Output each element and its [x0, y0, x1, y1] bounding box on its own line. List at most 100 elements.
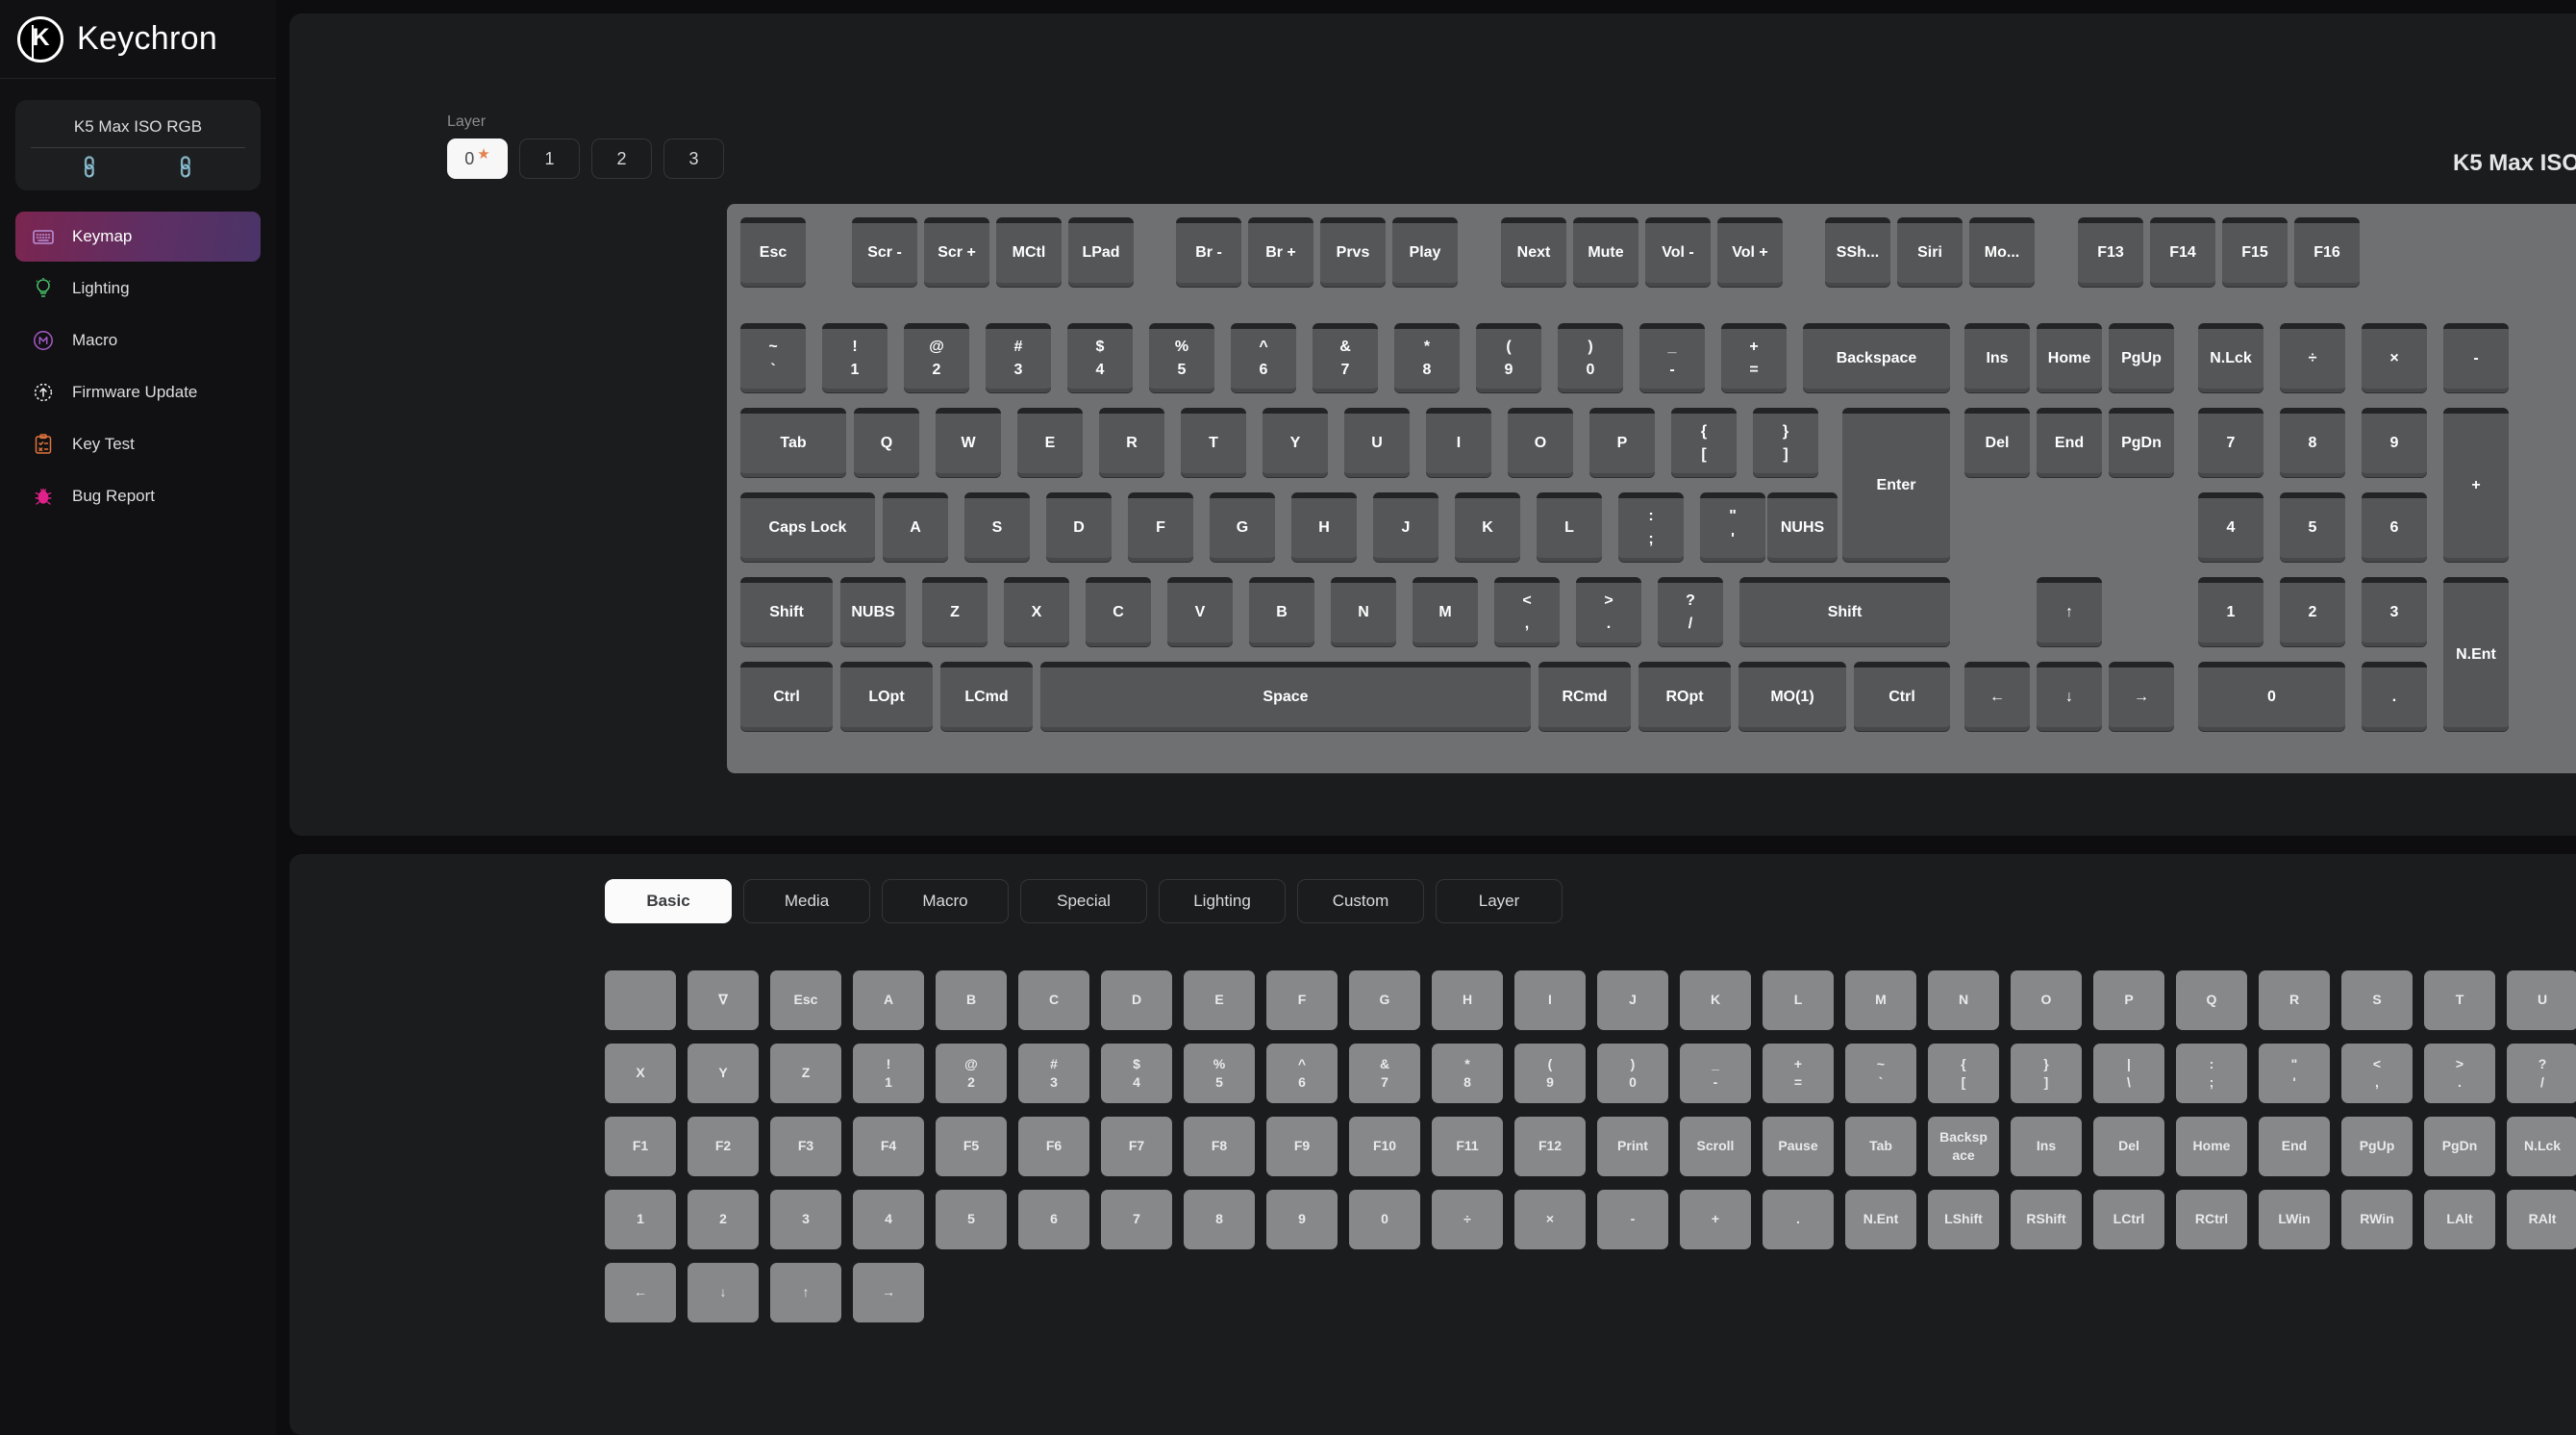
- keyboard-key-ssh[interactable]: SSh...: [1825, 217, 1890, 287]
- keyboard-key-8[interactable]: * 8: [1394, 323, 1460, 392]
- keyboard-key-lpad[interactable]: LPad: [1068, 217, 1134, 287]
- palette-key-b[interactable]: B: [936, 970, 1007, 1030]
- tab-custom[interactable]: Custom: [1297, 879, 1424, 923]
- palette-key-f[interactable]: F: [1266, 970, 1338, 1030]
- palette-key-ins[interactable]: Ins: [2011, 1117, 2082, 1176]
- palette-key-f3[interactable]: F3: [770, 1117, 841, 1176]
- palette-key-blank[interactable]: }]: [2011, 1044, 2082, 1103]
- keyboard-key-nuhs[interactable]: NUHS: [1767, 492, 1838, 562]
- palette-key-tab[interactable]: Tab: [1845, 1117, 1916, 1176]
- palette-key-q[interactable]: Q: [2176, 970, 2247, 1030]
- keyboard-key-u[interactable]: U: [1344, 408, 1410, 477]
- keyboard-key-[interactable]: :;: [1618, 492, 1684, 562]
- palette-key-f4[interactable]: F4: [853, 1117, 924, 1176]
- keyboard-key-enter[interactable]: Enter: [1842, 408, 1950, 562]
- palette-key-esc[interactable]: Esc: [770, 970, 841, 1030]
- keyboard-key-6[interactable]: 6: [2362, 492, 2427, 562]
- palette-key-blank[interactable]: ÷: [1432, 1190, 1503, 1249]
- palette-key-j[interactable]: J: [1597, 970, 1668, 1030]
- keyboard-key-7[interactable]: 7: [2198, 408, 2263, 477]
- keyboard-key-5[interactable]: % 5: [1149, 323, 1214, 392]
- palette-key-0[interactable]: 0: [1349, 1190, 1420, 1249]
- keyboard-key-n-ent[interactable]: N.Ent: [2443, 577, 2509, 731]
- keyboard-key-shift[interactable]: Shift: [1739, 577, 1950, 646]
- keyboard-key-y[interactable]: Y: [1263, 408, 1328, 477]
- layer-tab-0[interactable]: 0 ★: [447, 138, 508, 179]
- device-card[interactable]: K5 Max ISO RGB 🔗 🔗: [15, 100, 261, 190]
- keyboard-key-scr[interactable]: Scr -: [852, 217, 917, 287]
- keyboard-key-j[interactable]: J: [1373, 492, 1438, 562]
- palette-key-blank[interactable]: :;: [2176, 1044, 2247, 1103]
- palette-key-7[interactable]: & 7: [1349, 1044, 1420, 1103]
- tab-media[interactable]: Media: [743, 879, 870, 923]
- palette-key-3[interactable]: 3: [770, 1190, 841, 1249]
- keyboard-key-z[interactable]: Z: [922, 577, 988, 646]
- keyboard-key-[interactable]: ? /: [1658, 577, 1723, 646]
- keyboard-key-[interactable]: ←: [1964, 662, 2030, 731]
- palette-key-f9[interactable]: F9: [1266, 1117, 1338, 1176]
- palette-key-blank[interactable]: ∇: [688, 970, 759, 1030]
- keyboard-key-prvs[interactable]: Prvs: [1320, 217, 1386, 287]
- keyboard-key-backspace[interactable]: Backspace: [1803, 323, 1950, 392]
- palette-key-9[interactable]: 9: [1266, 1190, 1338, 1249]
- palette-key-2[interactable]: @2: [936, 1044, 1007, 1103]
- palette-key-s[interactable]: S: [2341, 970, 2413, 1030]
- keyboard-key-0[interactable]: 0: [2198, 662, 2345, 731]
- palette-key-x[interactable]: X: [605, 1044, 676, 1103]
- sidebar-item-macro[interactable]: Macro: [15, 315, 261, 365]
- keyboard-key-[interactable]: →: [2109, 662, 2174, 731]
- palette-key-d[interactable]: D: [1101, 970, 1172, 1030]
- palette-key-f2[interactable]: F2: [688, 1117, 759, 1176]
- link-icon[interactable]: 🔗: [172, 153, 200, 181]
- palette-key-p[interactable]: P: [2093, 970, 2164, 1030]
- palette-key-m[interactable]: M: [1845, 970, 1916, 1030]
- keyboard-key-[interactable]: +: [2443, 408, 2509, 562]
- palette-key-blank[interactable]: →: [853, 1263, 924, 1322]
- palette-key-home[interactable]: Home: [2176, 1117, 2247, 1176]
- palette-key-1[interactable]: ! 1: [853, 1044, 924, 1103]
- palette-key-rshift[interactable]: RShift: [2011, 1190, 2082, 1249]
- keyboard-key-9[interactable]: 9: [2362, 408, 2427, 477]
- keyboard-key-nubs[interactable]: NUBS: [840, 577, 906, 646]
- keyboard-key-f15[interactable]: F15: [2222, 217, 2288, 287]
- keyboard-key-[interactable]: ×: [2362, 323, 2427, 392]
- keyboard-key-f16[interactable]: F16: [2294, 217, 2360, 287]
- keyboard-key-k[interactable]: K: [1455, 492, 1520, 562]
- keyboard-key-i[interactable]: I: [1426, 408, 1491, 477]
- keyboard-key-[interactable]: " ': [1700, 492, 1765, 562]
- palette-key-lwin[interactable]: LWin: [2259, 1190, 2330, 1249]
- keyboard-key-7[interactable]: & 7: [1313, 323, 1378, 392]
- palette-key-o[interactable]: O: [2011, 970, 2082, 1030]
- keyboard-key-p[interactable]: P: [1589, 408, 1655, 477]
- keyboard-key-[interactable]: ÷: [2280, 323, 2345, 392]
- keyboard-key-caps-lock[interactable]: Caps Lock: [740, 492, 875, 562]
- keyboard-key-[interactable]: ↑: [2037, 577, 2102, 646]
- keyboard-key-[interactable]: + =: [1721, 323, 1787, 392]
- keyboard-key-play[interactable]: Play: [1392, 217, 1458, 287]
- palette-key-c[interactable]: C: [1018, 970, 1089, 1030]
- palette-key-a[interactable]: A: [853, 970, 924, 1030]
- keyboard-key-[interactable]: .: [2362, 662, 2427, 731]
- keyboard-key-f[interactable]: F: [1128, 492, 1193, 562]
- palette-key-g[interactable]: G: [1349, 970, 1420, 1030]
- keyboard-key-ctrl[interactable]: Ctrl: [740, 662, 833, 731]
- keyboard-key-t[interactable]: T: [1181, 408, 1246, 477]
- keyboard-key-w[interactable]: W: [936, 408, 1001, 477]
- keyboard-key-s[interactable]: S: [964, 492, 1030, 562]
- keyboard-key-[interactable]: >.: [1576, 577, 1641, 646]
- palette-key-blank[interactable]: +: [1680, 1190, 1751, 1249]
- palette-key-f7[interactable]: F7: [1101, 1117, 1172, 1176]
- palette-key-e[interactable]: E: [1184, 970, 1255, 1030]
- palette-key-ralt[interactable]: RAlt: [2507, 1190, 2576, 1249]
- keyboard-key-[interactable]: ↓: [2037, 662, 2102, 731]
- tab-lighting[interactable]: Lighting: [1159, 879, 1286, 923]
- palette-key-blank[interactable]: + =: [1763, 1044, 1834, 1103]
- palette-key-pgup[interactable]: PgUp: [2341, 1117, 2413, 1176]
- layer-tab-3[interactable]: 3: [663, 138, 724, 179]
- tab-special[interactable]: Special: [1020, 879, 1147, 923]
- keyboard-key-0[interactable]: ) 0: [1558, 323, 1623, 392]
- link-icon[interactable]: 🔗: [76, 153, 104, 181]
- keyboard-key-space[interactable]: Space: [1040, 662, 1531, 731]
- palette-key-blank[interactable]: ←: [605, 1263, 676, 1322]
- palette-key-lalt[interactable]: LAlt: [2424, 1190, 2495, 1249]
